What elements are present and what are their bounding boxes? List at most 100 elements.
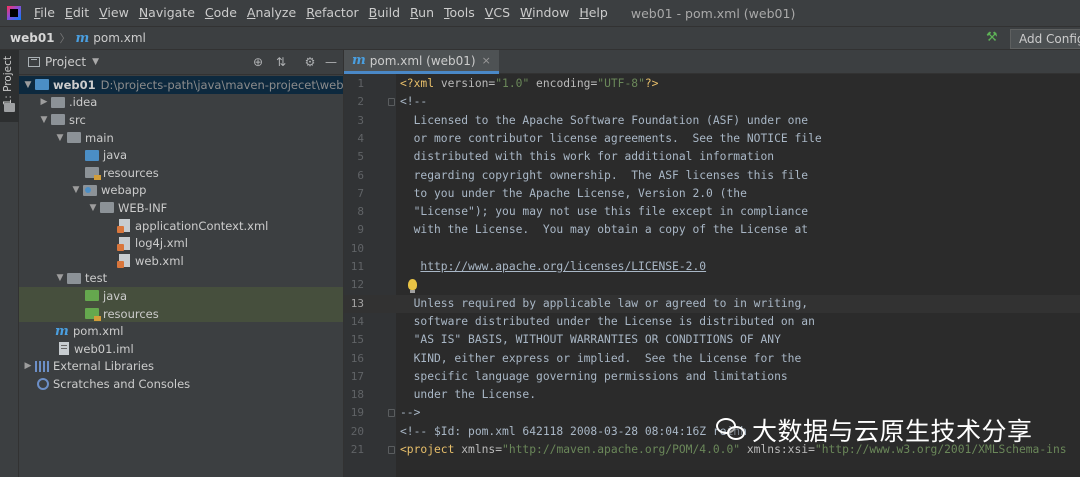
tree-item-test-resources[interactable]: resources — [19, 304, 343, 323]
code-line[interactable]: 11 http://www.apache.org/licenses/LICENS… — [344, 258, 1080, 276]
menu-code[interactable]: Code — [200, 0, 242, 26]
menu-file[interactable]: File — [29, 0, 60, 26]
tree-item-test-java[interactable]: java — [19, 287, 343, 305]
code-token[interactable]: http://www.apache.org/licenses/LICENSE-2… — [420, 260, 706, 273]
tree-item-webapp[interactable]: ▼ webapp — [19, 182, 343, 200]
tree-item-scratches[interactable]: Scratches and Consoles — [19, 375, 343, 393]
project-tool-window-tab[interactable]: 1: Project — [0, 50, 19, 122]
code-token: "UTF-8" — [597, 77, 645, 90]
code-line[interactable]: 9 with the License. You may obtain a cop… — [344, 221, 1080, 239]
code-text: software distributed under the License i… — [400, 313, 815, 331]
code-token: xmlns= — [461, 443, 503, 456]
code-text: distributed with this work for additiona… — [400, 148, 774, 166]
source-folder-icon — [85, 149, 99, 161]
chevron-down-icon[interactable]: ▼ — [21, 80, 35, 90]
chevron-down-icon[interactable]: ▼ — [69, 185, 83, 195]
fold-marker-icon[interactable] — [388, 409, 395, 418]
web-folder-icon — [83, 184, 97, 196]
locate-target-icon[interactable]: ⊕ — [251, 55, 265, 69]
code-line[interactable]: 2 <!-- — [344, 93, 1080, 111]
tree-item-pom[interactable]: m pom.xml — [19, 322, 343, 340]
tree-item-main[interactable]: ▼ main — [19, 129, 343, 147]
fold-marker-icon[interactable] — [388, 98, 395, 107]
chevron-right-icon[interactable]: ▶ — [37, 97, 51, 107]
menu-run[interactable]: Run — [405, 0, 439, 26]
menu-view[interactable]: View — [94, 0, 134, 26]
build-hammer-icon[interactable]: ⚒ — [986, 31, 1000, 45]
tree-path: D:\projects-path\java\maven-projecet\web… — [100, 77, 359, 92]
breadcrumb-separator-icon: 〉 — [59, 32, 71, 45]
chevron-down-icon[interactable]: ▼ — [86, 203, 100, 213]
menu-tools[interactable]: Tools — [439, 0, 480, 26]
code-token: --> — [400, 406, 421, 420]
tree-item-application-context[interactable]: applicationContext.xml — [19, 217, 343, 235]
chevron-down-icon[interactable]: ▼ — [92, 57, 99, 67]
code-line[interactable]: 5 distributed with this work for additio… — [344, 148, 1080, 166]
code-text: Unless required by applicable law or agr… — [400, 295, 808, 313]
menu-window[interactable]: Window — [515, 0, 574, 26]
xml-file-icon — [117, 236, 130, 251]
hide-panel-icon[interactable]: — — [324, 55, 338, 69]
code-line[interactable]: 8 "License"); you may not use this file … — [344, 203, 1080, 221]
code-line[interactable]: 14 software distributed under the Licens… — [344, 313, 1080, 331]
menu-edit[interactable]: Edit — [60, 0, 94, 26]
code-token: "License"); you may not use this file ex… — [400, 205, 809, 219]
tree-label: src — [69, 112, 86, 127]
chevron-down-icon[interactable]: ▼ — [37, 115, 51, 125]
intention-bulb-icon[interactable] — [408, 279, 417, 294]
code-line[interactable]: 1 <?xml version="1.0" encoding="UTF-8"?> — [344, 75, 1080, 93]
tree-item-idea[interactable]: ▶ .idea — [19, 94, 343, 112]
module-folder-icon — [35, 79, 49, 91]
code-line[interactable]: 3 Licensed to the Apache Software Founda… — [344, 112, 1080, 130]
tree-item-iml[interactable]: web01.iml — [19, 340, 343, 358]
code-line[interactable]: 4 or more contributor license agreements… — [344, 130, 1080, 148]
maven-icon: m — [75, 30, 90, 46]
watermark: 大数据与云原生技术分享 — [716, 410, 1033, 450]
menu-help[interactable]: Help — [574, 0, 613, 26]
menu-refactor[interactable]: Refactor — [301, 0, 363, 26]
tree-item-test[interactable]: ▼ test — [19, 270, 343, 288]
chevron-right-icon[interactable]: ▶ — [21, 361, 35, 371]
code-token: to you under the Apache License, Version… — [400, 186, 747, 200]
wechat-logo-icon — [716, 418, 746, 442]
gear-icon[interactable]: ⚙ — [303, 55, 317, 69]
fold-marker-icon[interactable] — [388, 446, 395, 454]
folder-icon — [67, 272, 81, 284]
tree-item-main-resources[interactable]: resources — [19, 164, 343, 182]
line-number: 2 — [357, 95, 364, 109]
tree-item-src[interactable]: ▼ src — [19, 111, 343, 129]
tree-item-main-java[interactable]: java — [19, 146, 343, 164]
menu-navigate[interactable]: Navigate — [134, 0, 200, 26]
watermark-text: 大数据与云原生技术分享 — [752, 417, 1033, 446]
code-line[interactable]: 6 regarding copyright ownership. The ASF… — [344, 167, 1080, 185]
close-icon[interactable]: × — [482, 54, 491, 67]
code-line[interactable]: 12 — [344, 276, 1080, 294]
tree-item-web01[interactable]: ▼ web01 D:\projects-path\java\maven-proj… — [19, 76, 358, 94]
collapse-all-icon[interactable]: ⇅ — [274, 55, 288, 69]
tree-item-log4j[interactable]: log4j.xml — [19, 234, 343, 252]
code-text: <!-- — [400, 93, 427, 111]
code-line[interactable]: 17 specific language governing permissio… — [344, 368, 1080, 386]
add-configuration-button[interactable]: Add Configu — [1010, 29, 1080, 49]
chevron-down-icon[interactable]: ▼ — [53, 273, 67, 283]
tree-item-web-xml[interactable]: web.xml — [19, 252, 343, 270]
code-line[interactable]: 15 "AS IS" BASIS, WITHOUT WARRANTIES OR … — [344, 331, 1080, 349]
line-number: 3 — [357, 113, 364, 127]
code-line[interactable]: 16 KIND, either express or implied. See … — [344, 350, 1080, 368]
tab-pom-xml[interactable]: m pom.xml (web01) × — [344, 50, 499, 74]
code-line[interactable]: 7 to you under the Apache License, Versi… — [344, 185, 1080, 203]
line-number: 14 — [350, 314, 364, 328]
menu-analyze[interactable]: Analyze — [242, 0, 301, 26]
breadcrumb-project[interactable]: web01 — [10, 31, 55, 45]
tree-item-web-inf[interactable]: ▼ WEB-INF — [19, 199, 343, 217]
menu-vcs[interactable]: VCS — [480, 0, 515, 26]
code-text: KIND, either express or implied. See the… — [400, 350, 802, 368]
code-line[interactable]: 10 — [344, 240, 1080, 258]
menu-build[interactable]: Build — [364, 0, 405, 26]
tree-item-external-libraries[interactable]: ▶ External Libraries — [19, 358, 343, 376]
project-panel-title[interactable]: Project — [45, 55, 86, 69]
code-line[interactable]: 18 under the License. — [344, 386, 1080, 404]
code-line[interactable]: 13 Unless required by applicable law or … — [344, 294, 1080, 313]
breadcrumb-file[interactable]: pom.xml — [93, 31, 146, 45]
chevron-down-icon[interactable]: ▼ — [53, 133, 67, 143]
